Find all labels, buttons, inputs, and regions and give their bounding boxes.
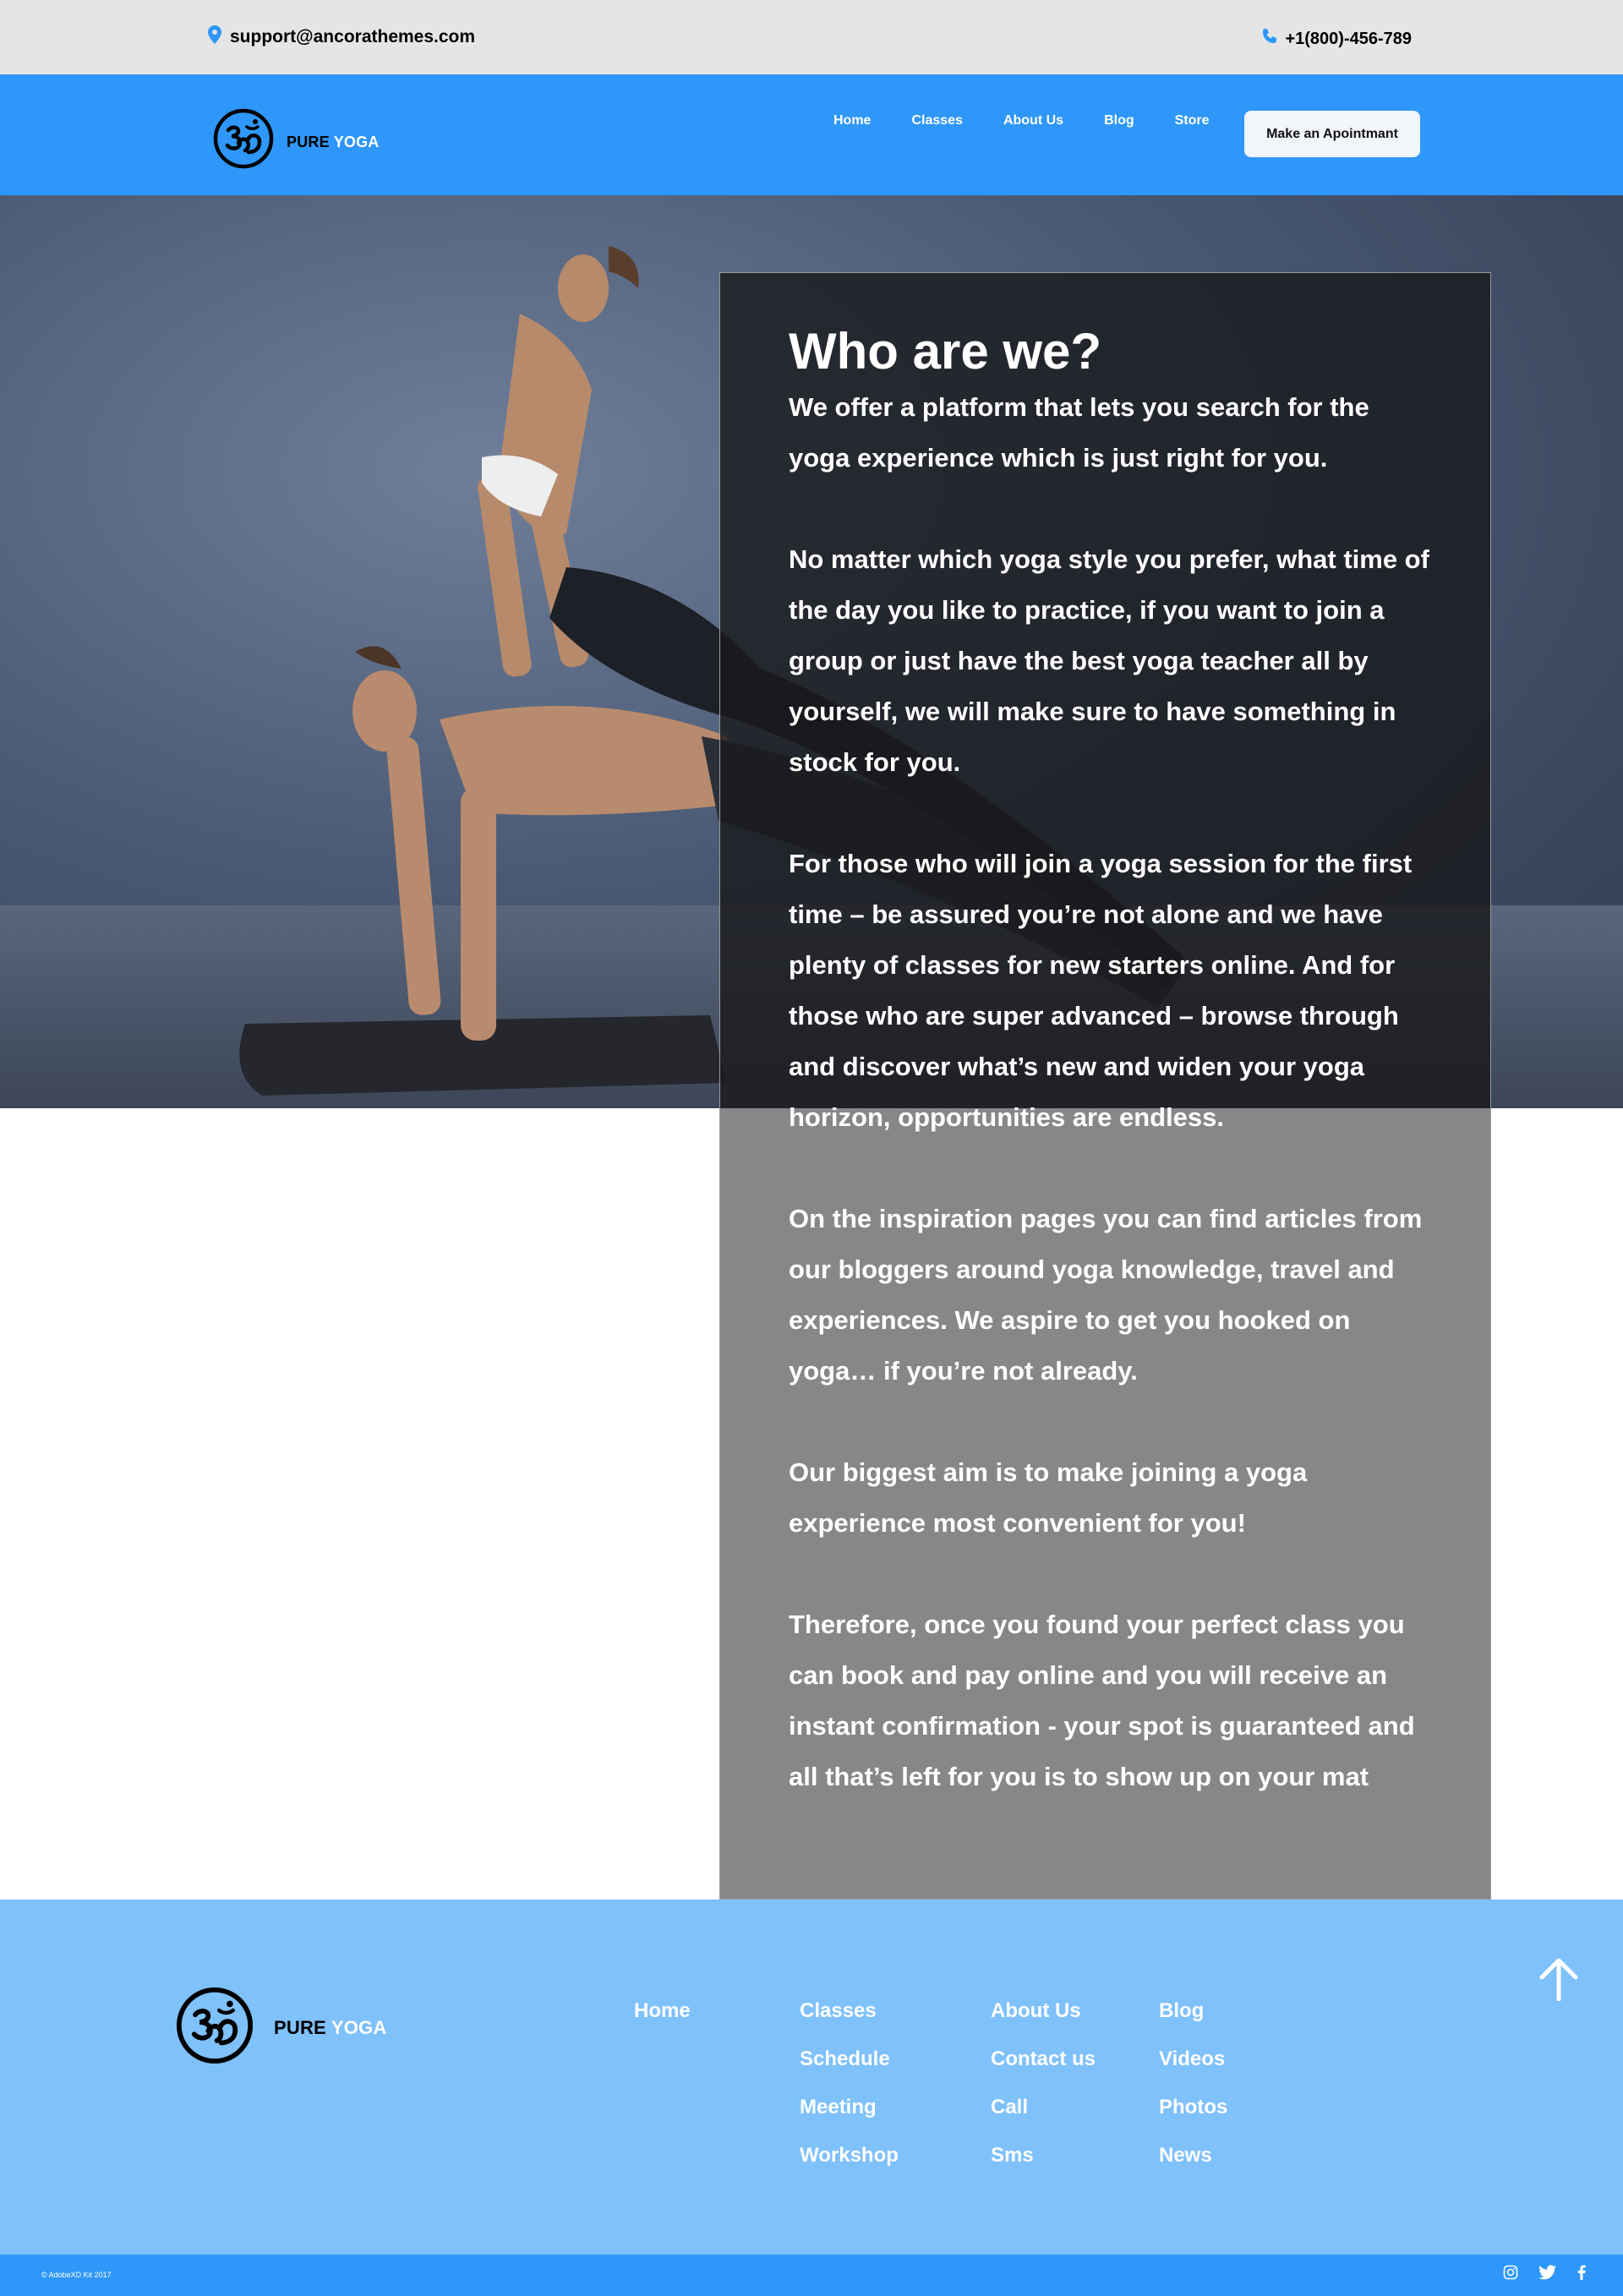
brand-word-yoga: YOGA xyxy=(331,2016,387,2038)
instagram-icon[interactable] xyxy=(1503,2265,1518,2284)
footer-link-about-us[interactable]: About Us xyxy=(991,1998,1096,2025)
copyright-text: © AdobeXD Kit 2017 xyxy=(41,2271,112,2279)
contact-phone-text: +1(800)-456-789 xyxy=(1285,29,1412,48)
twitter-icon[interactable] xyxy=(1538,2265,1557,2284)
about-paragraph-4: On the inspiration pages you can find ar… xyxy=(789,1204,1423,1386)
about-paragraph-1: We offer a platform that lets you search… xyxy=(789,392,1369,473)
nav-home[interactable]: Home xyxy=(833,113,871,128)
footer-link-news[interactable]: News xyxy=(1159,2142,1227,2169)
footer-link-classes[interactable]: Classes xyxy=(800,1998,899,2025)
nav-blog[interactable]: Blog xyxy=(1104,113,1134,128)
footer-column-about: About Us Contact us Call Sms xyxy=(991,1998,1096,2169)
about-paragraph-2: No matter which yoga style you prefer, w… xyxy=(789,544,1429,777)
nav-store[interactable]: Store xyxy=(1175,113,1210,128)
brand-logo[interactable]: PURE YOGA xyxy=(213,108,380,173)
arrow-up-icon[interactable] xyxy=(1537,1957,1581,2002)
copyright-bar: © AdobeXD Kit 2017 xyxy=(0,2255,1623,2296)
footer-link-workshop[interactable]: Workshop xyxy=(800,2142,899,2169)
footer-link-blog[interactable]: Blog xyxy=(1159,1998,1227,2025)
phone-icon xyxy=(1261,28,1278,50)
brand-wordmark: PURE YOGA xyxy=(287,134,380,151)
footer-link-sms[interactable]: Sms xyxy=(991,2142,1096,2169)
footer-link-call[interactable]: Call xyxy=(991,2094,1096,2121)
contact-phone[interactable]: +1(800)-456-789 xyxy=(1261,28,1412,50)
social-links xyxy=(1503,2265,1586,2284)
brand-word-yoga: YOGA xyxy=(333,134,380,150)
location-pin-icon xyxy=(208,25,221,49)
main-nav: Home Classes About Us Blog Store xyxy=(833,113,1210,128)
facebook-icon[interactable] xyxy=(1577,2265,1586,2284)
footer-column-classes: Classes Schedule Meeting Workshop xyxy=(800,1998,899,2169)
om-symbol-icon xyxy=(176,1987,254,2069)
nav-classes[interactable]: Classes xyxy=(911,113,963,128)
om-symbol-icon xyxy=(213,108,274,173)
contact-email[interactable]: support@ancorathemes.com xyxy=(208,25,475,49)
main-header: PURE YOGA Home Classes About Us Blog Sto… xyxy=(0,74,1623,195)
footer-link-meeting[interactable]: Meeting xyxy=(800,2094,899,2121)
nav-about-us[interactable]: About Us xyxy=(1003,113,1063,128)
top-contact-bar: support@ancorathemes.com +1(800)-456-789 xyxy=(0,0,1623,74)
about-heading: Who are we? xyxy=(789,323,1102,380)
footer-link-contact-us[interactable]: Contact us xyxy=(991,2046,1096,2073)
footer-brand-logo[interactable]: PURE YOGA xyxy=(176,1987,386,2069)
brand-word-pure: PURE xyxy=(287,134,330,150)
footer-link-videos[interactable]: Videos xyxy=(1159,2046,1227,2073)
site-footer: PURE YOGA Home Classes Schedule Meeting … xyxy=(0,1900,1623,2255)
about-paragraph-6: Therefore, once you found your perfect c… xyxy=(789,1610,1415,1791)
footer-link-schedule[interactable]: Schedule xyxy=(800,2046,899,2073)
footer-column-blog: Blog Videos Photos News xyxy=(1159,1998,1227,2169)
about-paragraph-5: Our biggest aim is to make joining a yog… xyxy=(789,1457,1308,1538)
brand-word-pure: PURE xyxy=(274,2016,326,2038)
footer-link-photos[interactable]: Photos xyxy=(1159,2094,1227,2121)
make-appointment-button[interactable]: Make an Apointmant xyxy=(1244,111,1420,157)
about-paragraph-3: For those who will join a yoga session f… xyxy=(789,849,1413,1132)
contact-email-text: support@ancorathemes.com xyxy=(230,27,476,46)
footer-column-home: Home xyxy=(634,1998,691,2025)
footer-brand-wordmark: PURE YOGA xyxy=(274,2017,386,2039)
footer-link-home[interactable]: Home xyxy=(634,1998,691,2025)
about-content: Who are we? We offer a platform that let… xyxy=(789,321,1431,1853)
